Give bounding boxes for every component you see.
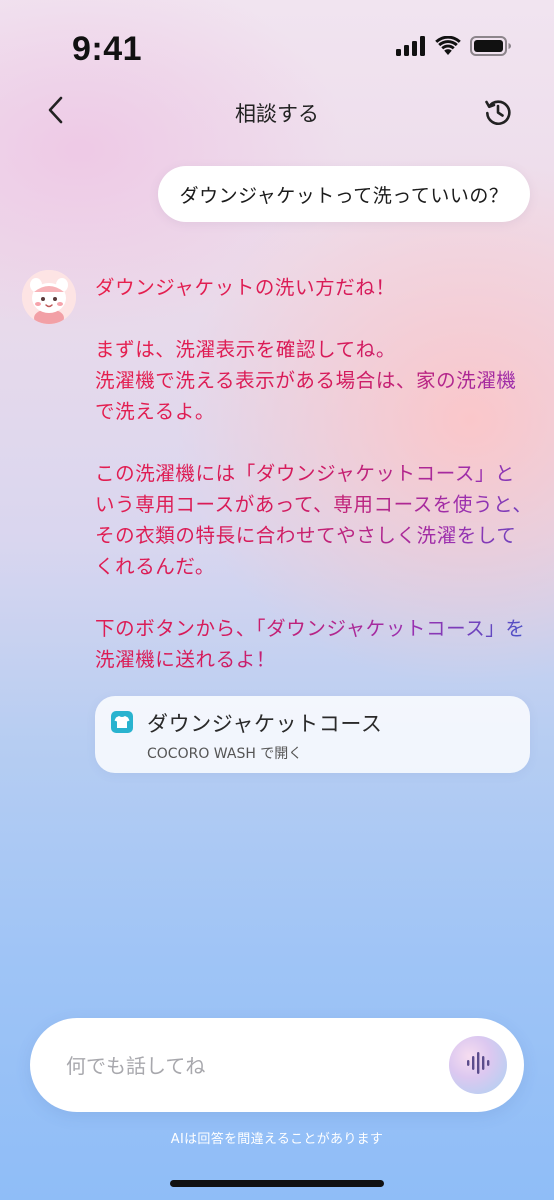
status-icons: [396, 35, 512, 60]
user-message-bubble: ダウンジャケットって洗っていいの？: [158, 166, 530, 222]
assistant-paragraph: この洗濯機には「ダウンジャケットコース」という専用コースがあって、専用コースを使…: [95, 462, 533, 578]
user-message-text: ダウンジャケットって洗っていいの？: [179, 184, 509, 207]
status-bar: 9:41: [0, 0, 554, 90]
voice-button[interactable]: [449, 1036, 507, 1094]
voice-wave-icon: [465, 1050, 491, 1080]
signal-icon: [396, 36, 426, 60]
assistant-avatar: [22, 270, 76, 324]
battery-icon: [470, 36, 512, 60]
shirt-icon: [111, 711, 133, 733]
card-subtitle: COCORO WASH で開く: [147, 746, 303, 762]
chat-input-bar: [30, 1018, 524, 1112]
course-link-card[interactable]: ダウンジャケットコース COCORO WASH で開く: [95, 696, 530, 773]
page-title: 相談する: [235, 102, 319, 126]
chat-input[interactable]: [64, 1042, 428, 1090]
history-icon: [483, 97, 513, 131]
assistant-paragraph: 下のボタンから、「ダウンジャケットコース」を洗濯機に送れるよ！: [95, 617, 526, 671]
wifi-icon: [435, 35, 461, 60]
ai-disclaimer: AIは回答を間違えることがあります: [170, 1132, 384, 1147]
status-time: 9:41: [72, 30, 143, 68]
navigation-bar: 相談する: [0, 88, 554, 136]
assistant-message: ダウンジャケットの洗い方だね！ まずは、洗濯表示を確認してね。 洗濯機で洗える表…: [95, 272, 535, 706]
assistant-paragraph: ダウンジャケットの洗い方だね！: [95, 276, 396, 299]
assistant-paragraph: まずは、洗濯表示を確認してね。 洗濯機で洗える表示がある場合は、家の洗濯機で洗え…: [95, 338, 517, 423]
home-indicator[interactable]: [170, 1180, 384, 1187]
card-title: ダウンジャケットコース: [147, 712, 383, 736]
history-button[interactable]: [478, 94, 518, 134]
